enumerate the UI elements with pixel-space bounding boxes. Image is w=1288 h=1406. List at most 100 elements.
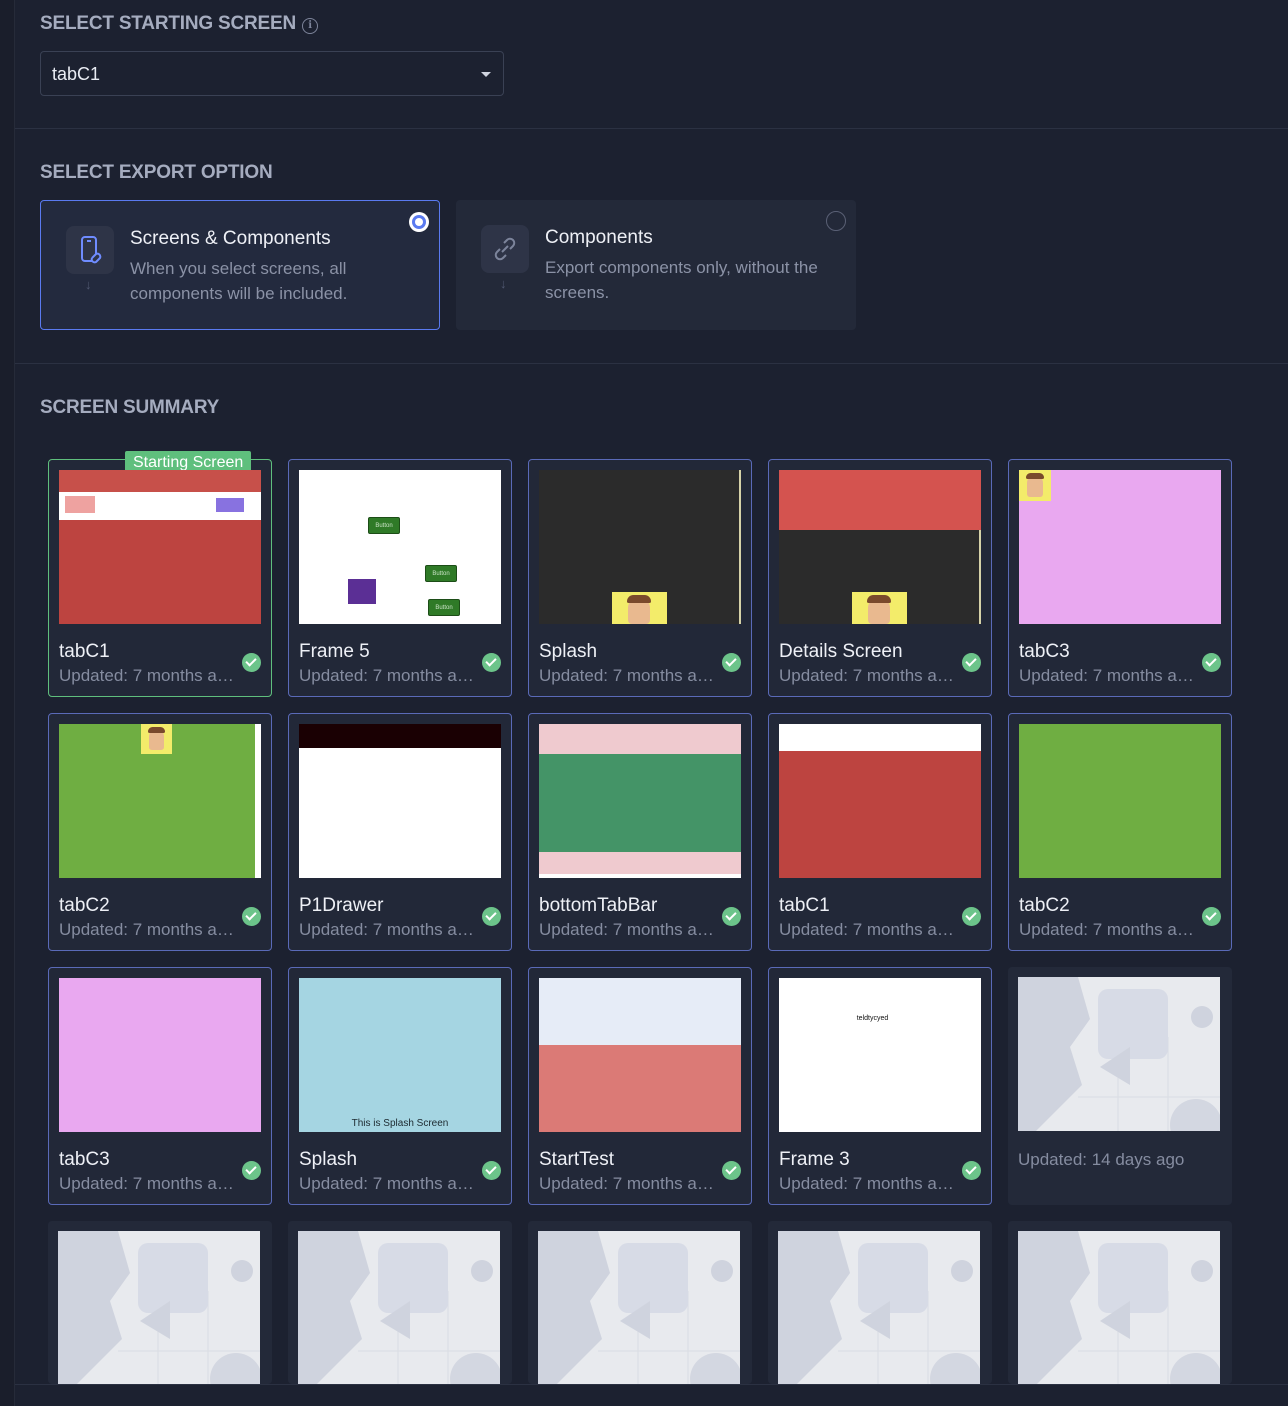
screen-thumbnail — [539, 724, 741, 878]
placeholder-thumbnail — [298, 1231, 500, 1385]
placeholder-thumbnail — [778, 1231, 980, 1385]
screen-card[interactable]: tabC2 Updated: 7 months ago — [1008, 713, 1232, 951]
screen-card[interactable]: P1Drawer Updated: 7 months ago — [288, 713, 512, 951]
avatar — [141, 724, 172, 754]
screen-thumbnail — [779, 470, 981, 624]
info-icon[interactable]: i — [302, 18, 318, 34]
placeholder-art — [298, 1231, 500, 1385]
screen-thumbnail: Button Button Button — [299, 470, 501, 624]
screen-name: Splash — [299, 1149, 358, 1170]
thumb-caption: This is Splash Screen — [351, 1118, 449, 1129]
screen-card[interactable]: Updated: 14 days ago — [1008, 967, 1232, 1205]
screen-updated: Updated: 7 months ago — [779, 1174, 955, 1193]
arrow-down-icon: ↓ — [85, 277, 92, 292]
option-description: Export components only, without the scre… — [545, 258, 818, 302]
screen-thumbnail — [59, 978, 261, 1132]
screen-name: StartTest — [539, 1149, 614, 1170]
screen-thumbnail — [1019, 470, 1221, 624]
screen-thumbnail — [779, 724, 981, 878]
chevron-down-icon — [481, 72, 491, 77]
screen-updated: Updated: 7 months ago — [1019, 920, 1195, 939]
screen-name: Frame 3 — [779, 1149, 850, 1170]
placeholder-art — [1018, 1231, 1220, 1385]
screen-thumbnail — [539, 978, 741, 1132]
screen-updated: Updated: 7 months ago — [539, 920, 715, 939]
placeholder-thumbnail — [1018, 1231, 1220, 1385]
screen-name: tabC3 — [1019, 641, 1070, 662]
screen-card[interactable]: teldtycyed Frame 3 Updated: 7 months ago — [768, 967, 992, 1205]
phone-link-icon — [66, 226, 114, 274]
screen-updated: Updated: 7 months ago — [779, 666, 955, 685]
screen-card[interactable]: Details Screen Updated: 7 months ago — [768, 459, 992, 697]
screen-card[interactable]: Starting Screen tabC1 Updated: 7 months … — [48, 451, 272, 697]
screen-name: tabC2 — [1019, 895, 1070, 916]
screen-card[interactable]: Splash Updated: 7 months ago — [528, 459, 752, 697]
option-screens-components[interactable]: ↓ Screens & Components When you select s… — [40, 200, 440, 330]
thumb-button: Button — [425, 565, 457, 582]
screen-card[interactable] — [288, 1221, 512, 1385]
starting-screen-select[interactable]: tabC1 — [40, 51, 504, 96]
screen-name: tabC1 — [59, 641, 110, 662]
screen-card[interactable]: Button Button Button Frame 5 Updated: 7 … — [288, 459, 512, 697]
check-icon — [962, 653, 981, 672]
starting-screen-label: SELECT STARTING SCREEN — [40, 13, 296, 34]
radio-unselected[interactable] — [826, 211, 846, 231]
starting-screen-value: tabC1 — [52, 64, 101, 84]
screen-updated: Updated: 7 months ago — [539, 1174, 715, 1193]
screen-name: Details Screen — [779, 641, 903, 662]
screen-thumbnail: This is Splash Screen — [299, 978, 501, 1132]
screen-card[interactable]: tabC1 Updated: 7 months ago — [768, 713, 992, 951]
check-icon — [962, 1161, 981, 1180]
thumb-button: Button — [428, 599, 460, 616]
screen-name: tabC1 — [779, 895, 830, 916]
screen-card[interactable]: tabC3 Updated: 7 months ago — [1008, 459, 1232, 697]
check-icon — [482, 1161, 501, 1180]
screen-name: P1Drawer — [299, 895, 384, 916]
screen-updated: Updated: 7 months ago — [299, 920, 475, 939]
screen-updated: Updated: 7 months ago — [299, 1174, 475, 1193]
divider — [15, 363, 1288, 364]
screen-updated: Updated: 7 months ago — [59, 1174, 235, 1193]
screen-card[interactable] — [1008, 1221, 1232, 1385]
screen-thumbnail — [299, 724, 501, 878]
screen-name: tabC3 — [59, 1149, 110, 1170]
check-icon — [242, 653, 261, 672]
export-option-heading: SELECT EXPORT OPTION — [40, 162, 273, 183]
placeholder-thumbnail — [58, 1231, 260, 1385]
option-title: Screens & Components — [130, 228, 331, 249]
screen-updated: Updated: 7 months ago — [59, 920, 235, 939]
thumb-caption: teldtycyed — [856, 1015, 889, 1022]
avatar — [852, 592, 907, 624]
screen-card[interactable]: This is Splash Screen Splash Updated: 7 … — [288, 967, 512, 1205]
screen-thumbnail: teldtycyed — [779, 978, 981, 1132]
divider — [15, 1384, 1288, 1385]
screen-card[interactable]: StartTest Updated: 7 months ago — [528, 967, 752, 1205]
screen-card[interactable] — [528, 1221, 752, 1385]
starting-screen-heading: SELECT STARTING SCREEN i — [40, 13, 318, 35]
option-description: When you select screens, all components … — [130, 259, 348, 303]
check-icon — [482, 653, 501, 672]
placeholder-art — [1018, 977, 1220, 1131]
screen-updated: Updated: 7 months ago — [779, 920, 955, 939]
placeholder-art — [58, 1231, 260, 1385]
screen-card[interactable] — [768, 1221, 992, 1385]
check-icon — [242, 1161, 261, 1180]
option-title: Components — [545, 227, 653, 248]
avatar — [1019, 470, 1051, 501]
screen-card[interactable]: bottomTabBar Updated: 7 months ago — [528, 713, 752, 951]
divider — [15, 128, 1288, 129]
screen-updated: Updated: 7 months ago — [59, 666, 235, 685]
radio-selected[interactable] — [409, 212, 429, 232]
screen-card[interactable] — [48, 1221, 272, 1385]
check-icon — [1202, 907, 1221, 926]
check-icon — [482, 907, 501, 926]
link-icon — [481, 225, 529, 273]
screen-updated: Updated: 7 months ago — [299, 666, 475, 685]
screen-card[interactable]: tabC3 Updated: 7 months ago — [48, 967, 272, 1205]
screen-updated: Updated: 7 months ago — [539, 666, 715, 685]
screen-thumbnail — [1019, 724, 1221, 878]
placeholder-art — [778, 1231, 980, 1385]
thumb-button: Button — [368, 517, 400, 534]
option-components[interactable]: ↓ Components Export components only, wit… — [456, 200, 856, 330]
screen-card[interactable]: tabC2 Updated: 7 months ago — [48, 713, 272, 951]
